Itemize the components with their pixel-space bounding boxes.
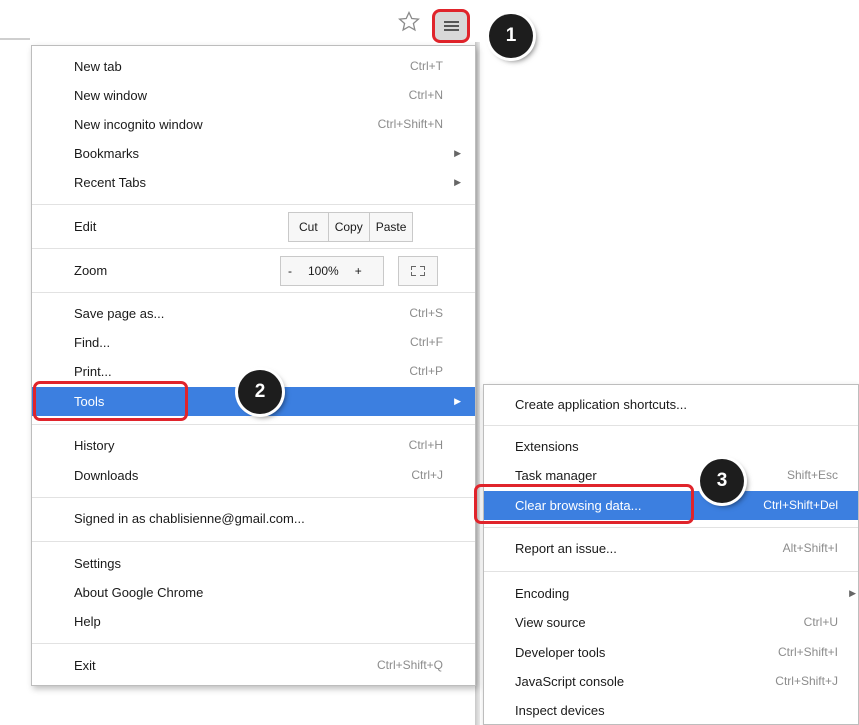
- submenu-item-developer-tools[interactable]: Developer tools Ctrl+Shift+I: [484, 638, 858, 667]
- fullscreen-button[interactable]: [398, 256, 438, 286]
- tools-highlight: [33, 381, 188, 421]
- cut-button[interactable]: Cut: [289, 213, 328, 241]
- zoom-out-button[interactable]: -: [281, 257, 299, 285]
- submenu-item-extensions[interactable]: Extensions: [484, 432, 858, 461]
- submenu-item-javascript-console[interactable]: JavaScript console Ctrl+Shift+J: [484, 667, 858, 696]
- menu-separator: [32, 541, 475, 542]
- menu-item-new-tab[interactable]: New tab Ctrl+T: [32, 52, 475, 81]
- chevron-right-icon: ▶: [454, 396, 461, 406]
- clear-browsing-data-highlight: [474, 484, 694, 524]
- menu-separator: [32, 643, 475, 644]
- star-icon[interactable]: [397, 10, 421, 34]
- menu-item-recent-tabs[interactable]: Recent Tabs ▶: [32, 168, 475, 197]
- edit-button-group: Cut Copy Paste: [288, 212, 414, 242]
- chevron-right-icon: ▶: [849, 588, 856, 598]
- chrome-menu-button[interactable]: [432, 9, 470, 43]
- submenu-item-inspect-devices[interactable]: Inspect devices: [484, 696, 858, 725]
- menu-separator: [32, 424, 475, 425]
- menu-item-find[interactable]: Find... Ctrl+F: [32, 328, 475, 357]
- callout-3: 3: [700, 459, 744, 503]
- toolbar-divider: [0, 38, 30, 40]
- paste-button[interactable]: Paste: [368, 213, 413, 241]
- chevron-right-icon: ▶: [454, 148, 461, 158]
- submenu-item-encoding[interactable]: Encoding ▶: [484, 579, 858, 608]
- menu-item-settings[interactable]: Settings: [32, 549, 475, 578]
- menu-separator: [32, 248, 475, 249]
- copy-button[interactable]: Copy: [327, 213, 369, 241]
- zoom-control: - 100% +: [280, 256, 384, 286]
- menu-item-new-window[interactable]: New window Ctrl+N: [32, 81, 475, 110]
- zoom-level: 100%: [308, 264, 339, 278]
- menu-item-history[interactable]: History Ctrl+H: [32, 431, 475, 460]
- fullscreen-icon: [411, 266, 425, 276]
- menu-separator: [32, 497, 475, 498]
- menu-item-exit[interactable]: Exit Ctrl+Shift+Q: [32, 651, 475, 680]
- hamburger-menu-icon: [443, 19, 459, 33]
- callout-1: 1: [489, 14, 533, 58]
- menu-item-help[interactable]: Help: [32, 607, 475, 636]
- submenu-item-create-shortcuts[interactable]: Create application shortcuts...: [484, 390, 858, 419]
- menu-item-about[interactable]: About Google Chrome: [32, 578, 475, 607]
- menu-item-downloads[interactable]: Downloads Ctrl+J: [32, 461, 475, 490]
- chrome-menu: New tab Ctrl+T New window Ctrl+N New inc…: [31, 45, 476, 686]
- tools-submenu: Create application shortcuts... Extensio…: [483, 384, 859, 725]
- menu-separator: [484, 571, 858, 572]
- menu-separator: [484, 425, 858, 426]
- zoom-in-button[interactable]: +: [348, 257, 369, 285]
- menu-separator: [32, 292, 475, 293]
- menu-separator: [484, 527, 858, 528]
- menu-separator: [32, 204, 475, 205]
- menu-item-signed-in[interactable]: Signed in as chablisienne@gmail.com...: [32, 504, 475, 533]
- menu-item-bookmarks[interactable]: Bookmarks ▶: [32, 139, 475, 168]
- chevron-right-icon: ▶: [454, 177, 461, 187]
- submenu-item-view-source[interactable]: View source Ctrl+U: [484, 608, 858, 637]
- callout-2: 2: [238, 370, 282, 414]
- submenu-item-report-issue[interactable]: Report an issue... Alt+Shift+I: [484, 534, 858, 563]
- menu-item-new-incognito[interactable]: New incognito window Ctrl+Shift+N: [32, 110, 475, 139]
- menu-item-save-page[interactable]: Save page as... Ctrl+S: [32, 299, 475, 328]
